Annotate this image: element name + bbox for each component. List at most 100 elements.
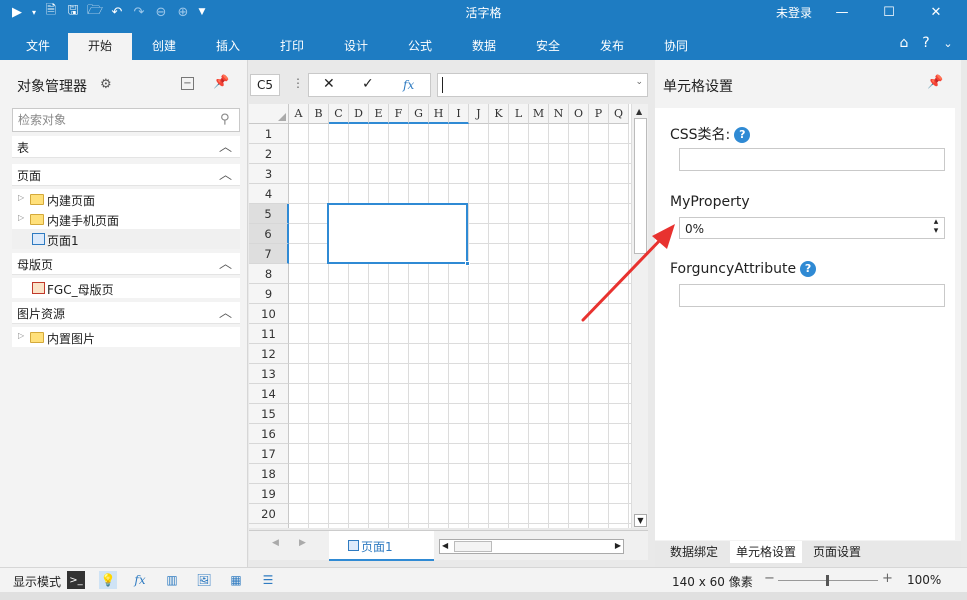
- column-header[interactable]: B: [309, 104, 329, 124]
- row-header[interactable]: 8: [249, 264, 289, 284]
- login-status[interactable]: 未登录: [776, 4, 812, 21]
- new-page-icon[interactable]: 🗎: [42, 3, 60, 21]
- chevron-up-icon[interactable]: ︿: [219, 164, 232, 183]
- help-icon[interactable]: ?: [917, 34, 935, 52]
- run-dropdown-icon[interactable]: ▾: [25, 3, 43, 21]
- scroll-thumb[interactable]: [454, 541, 492, 552]
- row-header[interactable]: 15: [249, 404, 289, 424]
- home-icon[interactable]: ⌂: [895, 34, 913, 52]
- row-header[interactable]: 20: [249, 504, 289, 524]
- search-icon[interactable]: ⚲: [220, 112, 230, 127]
- cell-name-box[interactable]: C5: [250, 74, 280, 96]
- tree-item-builtin-mobile-pages[interactable]: ▷ 内建手机页面: [12, 209, 240, 229]
- scroll-thumb[interactable]: [634, 118, 647, 254]
- scroll-up-icon[interactable]: ▲: [636, 107, 642, 116]
- column-header[interactable]: M: [529, 104, 549, 124]
- open-folder-icon[interactable]: 🗁: [86, 3, 104, 21]
- row-header[interactable]: 5: [249, 204, 289, 224]
- column-header[interactable]: C: [329, 104, 349, 124]
- tab-formula[interactable]: 公式: [388, 33, 452, 60]
- tab-data[interactable]: 数据: [452, 33, 516, 60]
- tab-publish[interactable]: 发布: [580, 33, 644, 60]
- list-icon[interactable]: ☰: [259, 571, 277, 589]
- section-pages[interactable]: 页面 ︿: [12, 164, 240, 186]
- picture-icon[interactable]: 🖼: [195, 571, 213, 589]
- back-icon[interactable]: ⊖: [152, 3, 170, 21]
- row-header[interactable]: 12: [249, 344, 289, 364]
- tab-page-settings[interactable]: 页面设置: [807, 541, 867, 563]
- forward-icon[interactable]: ⊕: [174, 3, 192, 21]
- function-icon[interactable]: fx: [403, 78, 414, 92]
- tab-design[interactable]: 设计: [324, 33, 388, 60]
- row-header[interactable]: 6: [249, 224, 289, 244]
- row-header[interactable]: 9: [249, 284, 289, 304]
- column-header[interactable]: G: [409, 104, 429, 124]
- column-header[interactable]: E: [369, 104, 389, 124]
- column-header[interactable]: O: [569, 104, 589, 124]
- forguncy-attribute-input[interactable]: [679, 284, 945, 307]
- chevron-down-icon[interactable]: ⌄: [635, 77, 643, 87]
- vertical-scrollbar[interactable]: ▲ ▼: [631, 104, 648, 528]
- column-header[interactable]: L: [509, 104, 529, 124]
- help-icon[interactable]: ?: [734, 127, 751, 143]
- tree-item-builtin-images[interactable]: ▷ 内置图片: [12, 327, 240, 347]
- section-master-pages[interactable]: 母版页 ︿: [12, 253, 240, 275]
- redo-icon[interactable]: ↷: [130, 3, 148, 21]
- row-header[interactable]: 17: [249, 444, 289, 464]
- maximize-icon[interactable]: ☐: [866, 0, 912, 25]
- selected-range[interactable]: [327, 203, 468, 264]
- row-header[interactable]: 18: [249, 464, 289, 484]
- row-header[interactable]: 10: [249, 304, 289, 324]
- tab-insert[interactable]: 插入: [196, 33, 260, 60]
- section-image-resources[interactable]: 图片资源 ︿: [12, 302, 240, 324]
- expand-arrow-icon[interactable]: ▷: [18, 213, 24, 222]
- column-header[interactable]: J: [469, 104, 489, 124]
- row-header[interactable]: 1: [249, 124, 289, 144]
- pin-icon[interactable]: 📌: [213, 75, 229, 90]
- section-tables[interactable]: 表 ︿: [12, 136, 240, 158]
- tab-create[interactable]: 创建: [132, 33, 196, 60]
- tree-item-master-page[interactable]: FGC_母版页: [12, 278, 240, 298]
- minimize-icon[interactable]: —: [819, 0, 865, 25]
- chevron-down-icon[interactable]: ⌄: [939, 34, 957, 52]
- row-header[interactable]: 16: [249, 424, 289, 444]
- next-sheet-icon[interactable]: ▶: [299, 538, 306, 548]
- tab-cell-settings[interactable]: 单元格设置: [730, 541, 803, 563]
- column-header[interactable]: H: [429, 104, 449, 124]
- select-all-corner[interactable]: [249, 104, 289, 124]
- chevron-up-icon[interactable]: ︿: [219, 136, 232, 155]
- cell-area[interactable]: [289, 124, 631, 528]
- column-header[interactable]: P: [589, 104, 609, 124]
- row-header[interactable]: 13: [249, 364, 289, 384]
- row-header[interactable]: 19: [249, 484, 289, 504]
- row-header[interactable]: 2: [249, 144, 289, 164]
- chevron-up-icon[interactable]: ︿: [219, 253, 232, 272]
- zoom-out-icon[interactable]: −: [764, 571, 775, 586]
- pin-icon[interactable]: 📌: [927, 75, 943, 90]
- tab-security[interactable]: 安全: [516, 33, 580, 60]
- tree-item-builtin-pages[interactable]: ▷ 内建页面: [12, 189, 240, 209]
- tree-item-page1[interactable]: 页面1: [12, 229, 240, 249]
- customize-icon[interactable]: ▼: [193, 3, 211, 21]
- row-header[interactable]: 21: [249, 524, 289, 528]
- column-header[interactable]: I: [449, 104, 469, 124]
- spreadsheet-grid[interactable]: ABCDEFGHIJKLMNOPQ 1 2 3 4 5 6 7 8 9 10 11 12 13 14 15 1…: [249, 104, 631, 528]
- gear-icon[interactable]: ⚙: [100, 77, 112, 92]
- scroll-left-icon[interactable]: ◀: [442, 541, 448, 550]
- help-icon[interactable]: ?: [800, 261, 817, 277]
- scroll-down-icon[interactable]: ▼: [634, 514, 647, 527]
- horizontal-scrollbar[interactable]: ◀ ▶: [439, 539, 624, 554]
- cancel-icon[interactable]: ✕: [323, 76, 335, 92]
- column-header[interactable]: F: [389, 104, 409, 124]
- column-header[interactable]: N: [549, 104, 569, 124]
- confirm-icon[interactable]: ✓: [362, 76, 374, 92]
- object-search-input[interactable]: 检索对象: [12, 108, 240, 132]
- fill-handle[interactable]: [465, 261, 470, 266]
- tab-print[interactable]: 打印: [260, 33, 324, 60]
- formula-icon[interactable]: fx: [131, 571, 149, 589]
- tab-home[interactable]: 开始: [68, 33, 132, 60]
- expand-arrow-icon[interactable]: ▷: [18, 193, 24, 202]
- tab-collaborate[interactable]: 协同: [644, 33, 708, 60]
- column-header[interactable]: K: [489, 104, 509, 124]
- column-header[interactable]: A: [289, 104, 309, 124]
